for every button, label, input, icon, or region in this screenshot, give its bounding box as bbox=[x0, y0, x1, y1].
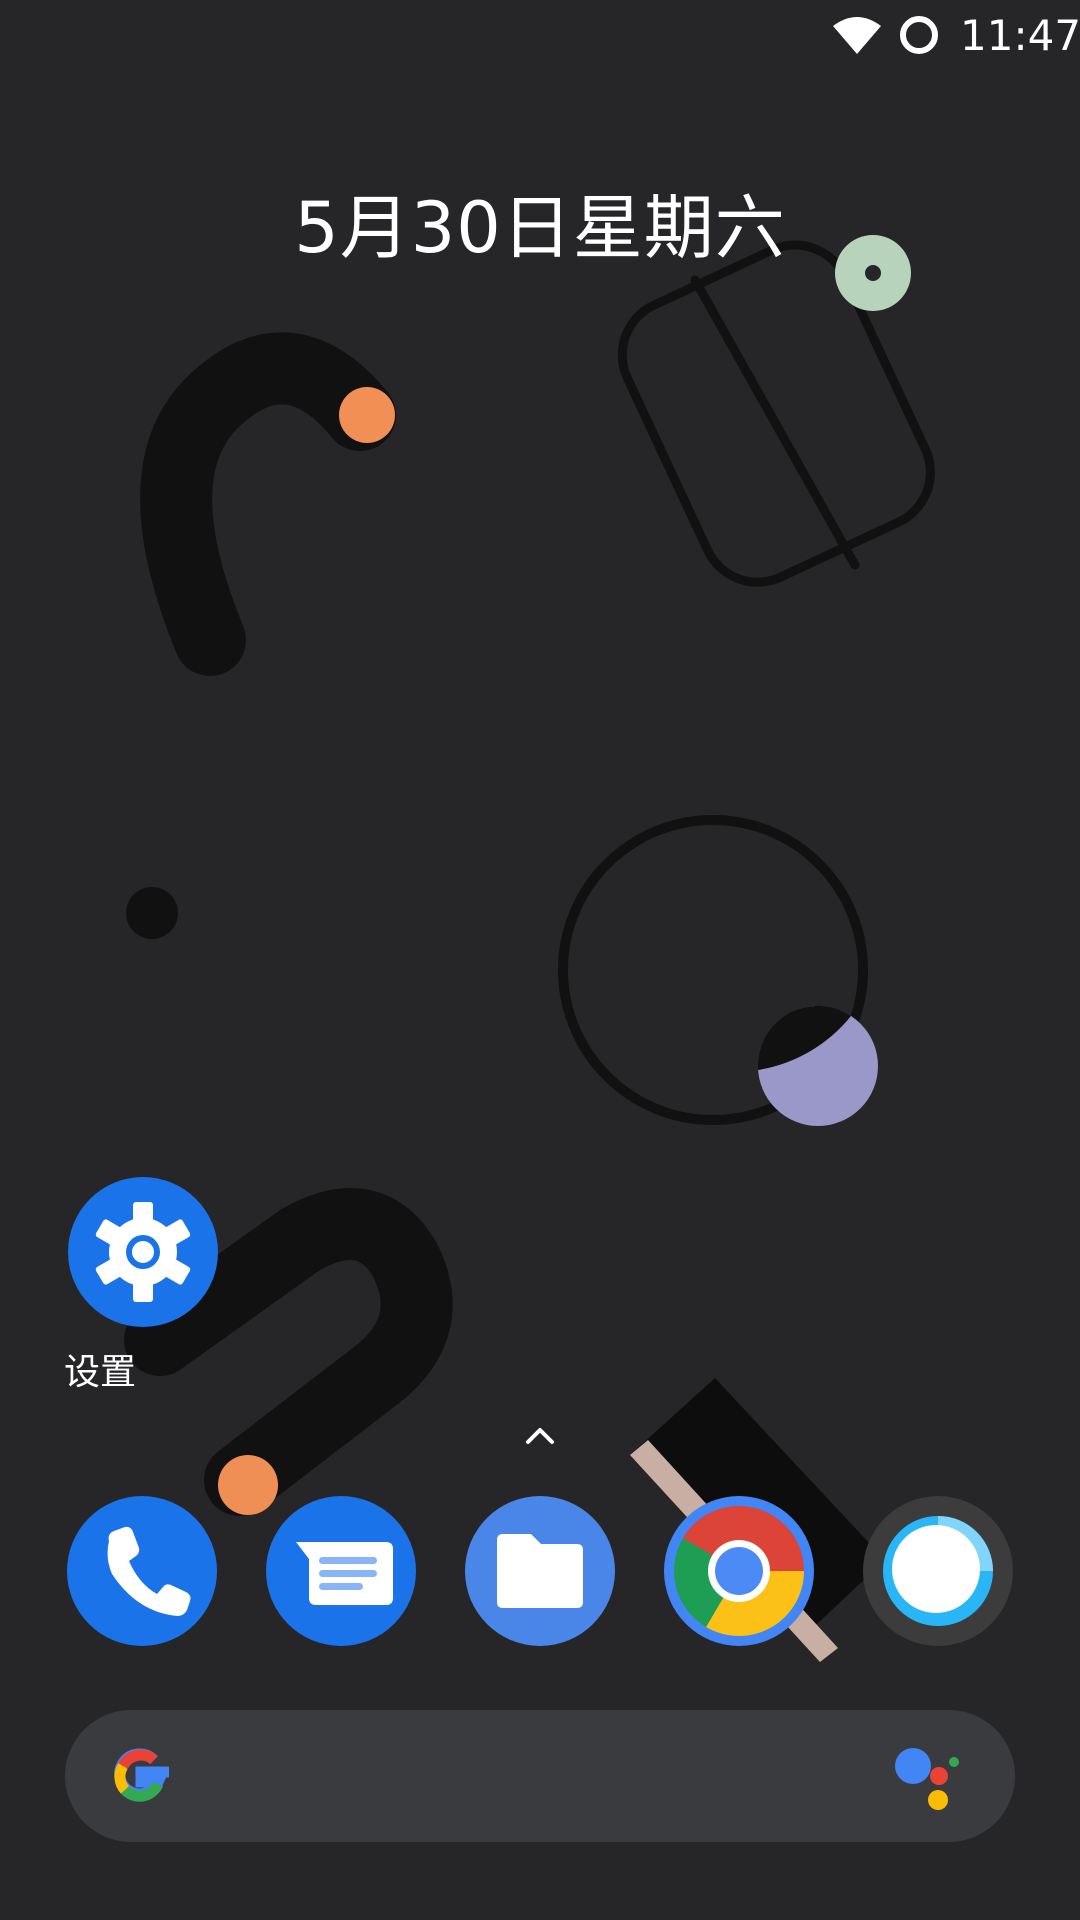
messages-icon bbox=[296, 1542, 393, 1605]
dock-files-app[interactable] bbox=[465, 1496, 615, 1646]
battery-icon bbox=[900, 16, 938, 54]
app-drawer-handle-icon[interactable] bbox=[520, 1420, 560, 1450]
dock-camera-app[interactable] bbox=[863, 1496, 1013, 1646]
camera-icon bbox=[883, 1516, 993, 1626]
phone-icon bbox=[107, 1526, 191, 1616]
dock-phone-app[interactable] bbox=[67, 1496, 217, 1646]
clock: 11:47 bbox=[960, 11, 1080, 60]
home-screen: 11:47 5月30日星期六 设置 bbox=[0, 0, 1080, 1920]
chrome-icon bbox=[674, 1506, 804, 1636]
date-widget[interactable]: 5月30日星期六 bbox=[0, 180, 1080, 276]
google-g-icon bbox=[114, 1748, 169, 1802]
status-bar: 11:47 bbox=[0, 0, 1080, 72]
dock-chrome-app[interactable] bbox=[664, 1496, 814, 1646]
assistant-icon[interactable] bbox=[893, 1742, 973, 1812]
settings-app[interactable] bbox=[68, 1177, 218, 1327]
gear-icon bbox=[95, 1202, 191, 1302]
settings-app-label: 设置 bbox=[63, 1352, 136, 1393]
folder-icon bbox=[497, 1534, 583, 1608]
google-search-bar[interactable] bbox=[65, 1710, 1015, 1842]
dock-messages-app[interactable] bbox=[266, 1496, 416, 1646]
wifi-icon bbox=[833, 17, 881, 54]
